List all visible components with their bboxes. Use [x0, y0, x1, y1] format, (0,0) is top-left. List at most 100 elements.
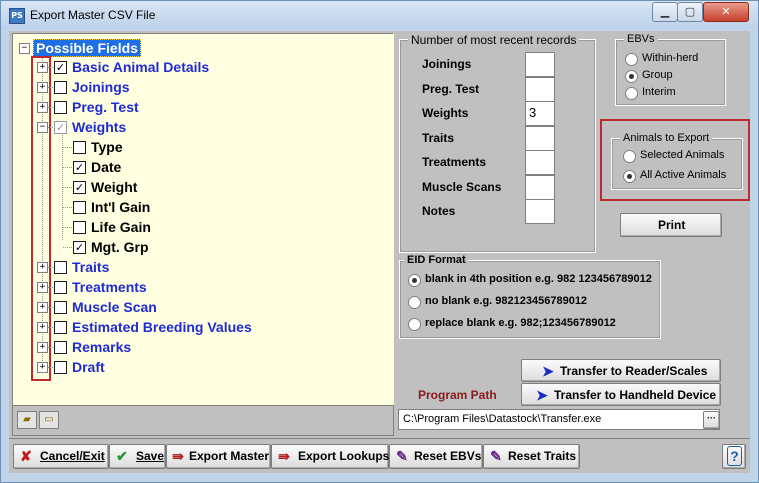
records-label: Muscle Scans	[422, 179, 502, 194]
records-label: Weights	[422, 106, 469, 120]
folder-icon[interactable]: ▭	[39, 411, 59, 429]
root-collapse-toggle[interactable]: −	[19, 43, 30, 54]
tree-item-label[interactable]: Remarks	[72, 339, 131, 355]
reset-ebvs-button[interactable]: ✎ Reset EBVs	[389, 444, 483, 469]
ebv-radio[interactable]	[625, 70, 638, 83]
cancel-exit-label: Cancel/Exit	[40, 449, 105, 463]
tree-line	[63, 147, 72, 148]
eid-radio[interactable]	[408, 274, 421, 287]
eid-radio-label[interactable]: blank in 4th position e.g. 982 123456789…	[425, 273, 652, 285]
tree-expander[interactable]: +	[37, 62, 48, 73]
tree-child-checkbox[interactable]: ✓	[73, 161, 86, 174]
tree-child-label[interactable]: Life Gain	[91, 219, 151, 235]
export-master-button[interactable]: ⇛ Export Master	[166, 444, 271, 469]
transfer-handheld-button[interactable]: ➤ Transfer to Handheld Device	[521, 383, 721, 406]
eid-radio[interactable]	[408, 318, 421, 331]
tree-item-label[interactable]: Treatments	[72, 279, 147, 295]
tree-item-label[interactable]: Muscle Scan	[72, 299, 157, 315]
tree-child-checkbox[interactable]: ✓	[73, 181, 86, 194]
records-input[interactable]	[525, 125, 555, 151]
print-button[interactable]: Print	[620, 213, 722, 237]
records-label: Notes	[422, 204, 456, 218]
reset-traits-button[interactable]: ✎ Reset Traits	[483, 444, 580, 469]
records-input[interactable]	[525, 174, 555, 200]
records-input[interactable]	[525, 150, 555, 175]
open-folder-icon[interactable]: ▰	[17, 411, 37, 429]
tree-item-label[interactable]: Traits	[72, 259, 109, 275]
eid-radio-label[interactable]: no blank e.g. 982123456789012	[425, 295, 587, 307]
tree-child-label[interactable]: Int'l Gain	[91, 199, 150, 215]
ebv-radio-label[interactable]: Interim	[642, 86, 676, 98]
animals-radio[interactable]	[623, 170, 636, 183]
records-label: Traits	[422, 130, 455, 145]
tree-child-label[interactable]: Type	[91, 139, 123, 155]
transfer-reader-button[interactable]: ➤ Transfer to Reader/Scales	[521, 359, 721, 382]
tree-child-label[interactable]: Mgt. Grp	[91, 239, 149, 255]
tree-line	[48, 287, 53, 288]
minimize-button[interactable]: ▁	[652, 2, 678, 22]
print-button-label: Print	[658, 218, 686, 232]
export-master-label: Export Master	[189, 449, 270, 463]
tree-child-checkbox[interactable]	[73, 201, 86, 214]
eid-radio-label[interactable]: replace blank e.g. 982;123456789012	[425, 317, 616, 329]
tree-item-label[interactable]: Estimated Breeding Values	[72, 319, 252, 335]
records-input[interactable]: 3	[525, 101, 555, 126]
tree-expander[interactable]: +	[37, 362, 48, 373]
animals-radio-label[interactable]: All Active Animals	[640, 169, 726, 181]
tree-checkbox[interactable]	[54, 81, 67, 94]
tree-root-possible-fields[interactable]: Possible Fields	[33, 39, 141, 57]
records-input[interactable]	[525, 76, 555, 102]
tree-expander[interactable]: +	[37, 342, 48, 353]
ebv-radio-label[interactable]: Group	[642, 69, 673, 81]
tree-checkbox[interactable]	[54, 101, 67, 114]
ebv-radio[interactable]	[625, 53, 638, 66]
tree-child-checkbox[interactable]: ✓	[73, 241, 86, 254]
close-button[interactable]: ✕	[703, 2, 749, 22]
tree-item-label[interactable]: Draft	[72, 359, 105, 375]
maximize-button[interactable]: ▢	[677, 2, 703, 22]
help-button[interactable]: ?	[722, 444, 746, 469]
animals-radio[interactable]	[623, 150, 636, 163]
tree-item-label[interactable]: Preg. Test	[72, 99, 139, 115]
tree-item-label[interactable]: Basic Animal Details	[72, 59, 209, 75]
help-icon: ?	[727, 446, 742, 466]
cancel-exit-button[interactable]: ✘ Cancel/Exit	[13, 444, 109, 469]
tree-checkbox[interactable]: ✓	[54, 121, 67, 134]
tree-child-checkbox[interactable]	[73, 221, 86, 234]
tree-child-label[interactable]: Date	[91, 159, 121, 175]
records-group: Number of most recent records Joinings Pr…	[399, 33, 596, 253]
ebv-radio-label[interactable]: Within-herd	[642, 52, 698, 64]
tree-line	[48, 267, 53, 268]
save-button[interactable]: ✔ Save	[109, 444, 166, 469]
tree-checkbox[interactable]	[54, 361, 67, 374]
program-path-field[interactable]: C:\Program Files\Datastock\Transfer.exe	[398, 409, 720, 430]
tree-expander[interactable]: −	[37, 122, 48, 133]
export-lookups-button[interactable]: ⇛ Export Lookups	[271, 444, 389, 469]
tree-checkbox[interactable]	[54, 321, 67, 334]
records-input[interactable]	[525, 52, 555, 77]
browse-button[interactable]: ···	[703, 411, 720, 429]
tree-expander[interactable]: +	[37, 262, 48, 273]
tree-child-checkbox[interactable]	[73, 141, 86, 154]
tree-checkbox[interactable]: ✓	[54, 61, 67, 74]
records-input[interactable]	[525, 199, 555, 224]
tree-item-label[interactable]: Weights	[72, 119, 126, 135]
tree-line	[63, 247, 72, 248]
tree-checkbox[interactable]	[54, 281, 67, 294]
tree-expander[interactable]: +	[37, 82, 48, 93]
tree-line	[63, 167, 72, 168]
ebv-radio[interactable]	[625, 87, 638, 100]
tree-expander[interactable]: +	[37, 302, 48, 313]
tree-expander[interactable]: +	[37, 322, 48, 333]
tree-checkbox[interactable]	[54, 341, 67, 354]
tree-checkbox[interactable]	[54, 301, 67, 314]
tree-expander[interactable]: +	[37, 282, 48, 293]
tree-checkbox[interactable]	[54, 261, 67, 274]
client-area: − Possible Fields + ✓ Basic Animal Details…	[9, 31, 750, 473]
tree-line	[48, 327, 53, 328]
tree-child-label[interactable]: Weight	[91, 179, 137, 195]
animals-radio-label[interactable]: Selected Animals	[640, 149, 724, 161]
eid-radio[interactable]	[408, 296, 421, 309]
tree-expander[interactable]: +	[37, 102, 48, 113]
tree-item-label[interactable]: Joinings	[72, 79, 130, 95]
